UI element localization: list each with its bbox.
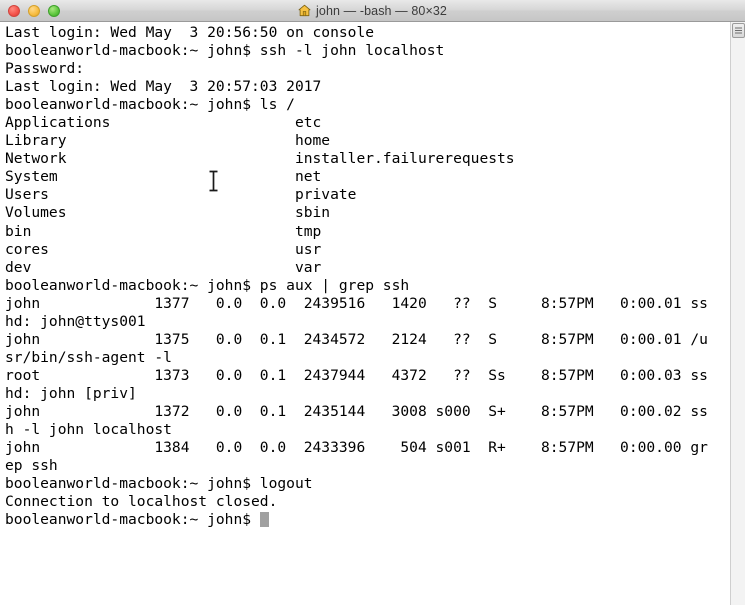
terminal-line: Connection to localhost closed. [5, 493, 278, 511]
terminal-line: john 1375 0.0 0.1 2434572 2124 ?? S 8:57… [5, 330, 708, 348]
terminal-line: Applications etc [5, 114, 322, 132]
text-cursor [259, 512, 269, 528]
minimize-button[interactable] [28, 4, 40, 17]
terminal-window: john — -bash — 80×32 Last login: Wed May… [0, 0, 745, 605]
terminal-line: Users private [5, 186, 357, 204]
terminal-line: john 1377 0.0 0.0 2439516 1420 ?? S 8:57… [5, 294, 708, 312]
window-titlebar[interactable]: john — -bash — 80×32 [0, 0, 745, 22]
terminal-line: cores usr [5, 240, 322, 258]
terminal-line: System net [5, 168, 322, 186]
terminal-line: john 1372 0.0 0.1 2435144 3008 s000 S+ 8… [5, 402, 708, 420]
terminal-line: sr/bin/ssh-agent -l [5, 348, 172, 366]
terminal-line: Volumes sbin [5, 204, 331, 222]
close-button[interactable] [8, 4, 20, 17]
terminal-line: hd: john [priv] [5, 384, 137, 402]
terminal-line: ep ssh [5, 457, 58, 475]
window-title: john — -bash — 80×32 [316, 3, 447, 18]
window-controls [0, 4, 60, 17]
terminal-line: Last login: Wed May 3 20:56:50 on consol… [5, 24, 375, 41]
terminal-line: booleanworld-macbook:~ john$ ssh -l john… [5, 42, 445, 60]
terminal-line: booleanworld-macbook:~ john$ ps aux | gr… [5, 276, 410, 294]
terminal-line: Library home [5, 132, 331, 150]
terminal-line: root 1373 0.0 0.1 2437944 4372 ?? Ss 8:5… [5, 366, 708, 384]
terminal-content[interactable]: Last login: Wed May 3 20:56:50 on consol… [0, 22, 745, 605]
terminal-line: bin tmp [5, 222, 322, 240]
terminal-line: john 1384 0.0 0.0 2433396 504 s001 R+ 8:… [5, 439, 708, 457]
terminal-output: Last login: Wed May 3 20:56:50 on consol… [5, 24, 708, 529]
terminal-prompt: booleanworld-macbook:~ john$ [5, 511, 260, 529]
terminal-line: booleanworld-macbook:~ john$ ls / [5, 96, 295, 114]
terminal-line: booleanworld-macbook:~ john$ logout [5, 475, 313, 493]
terminal-line: Password: [5, 60, 85, 78]
terminal-line: Network installer.failurerequests [5, 150, 515, 168]
home-icon [298, 4, 311, 17]
terminal-prompt-line: booleanworld-macbook:~ john$ [5, 511, 708, 529]
terminal-line: dev var [5, 258, 322, 276]
window-title-group: john — -bash — 80×32 [0, 0, 745, 21]
scrollbar-thumb[interactable] [732, 23, 745, 38]
grip-lines-icon [735, 27, 742, 34]
maximize-button[interactable] [48, 4, 60, 17]
terminal-line: h -l john localhost [5, 421, 172, 439]
terminal-line: Last login: Wed May 3 20:57:03 2017 [5, 78, 322, 96]
vertical-scrollbar[interactable] [730, 22, 745, 605]
terminal-line: hd: john@ttys001 [5, 312, 146, 330]
